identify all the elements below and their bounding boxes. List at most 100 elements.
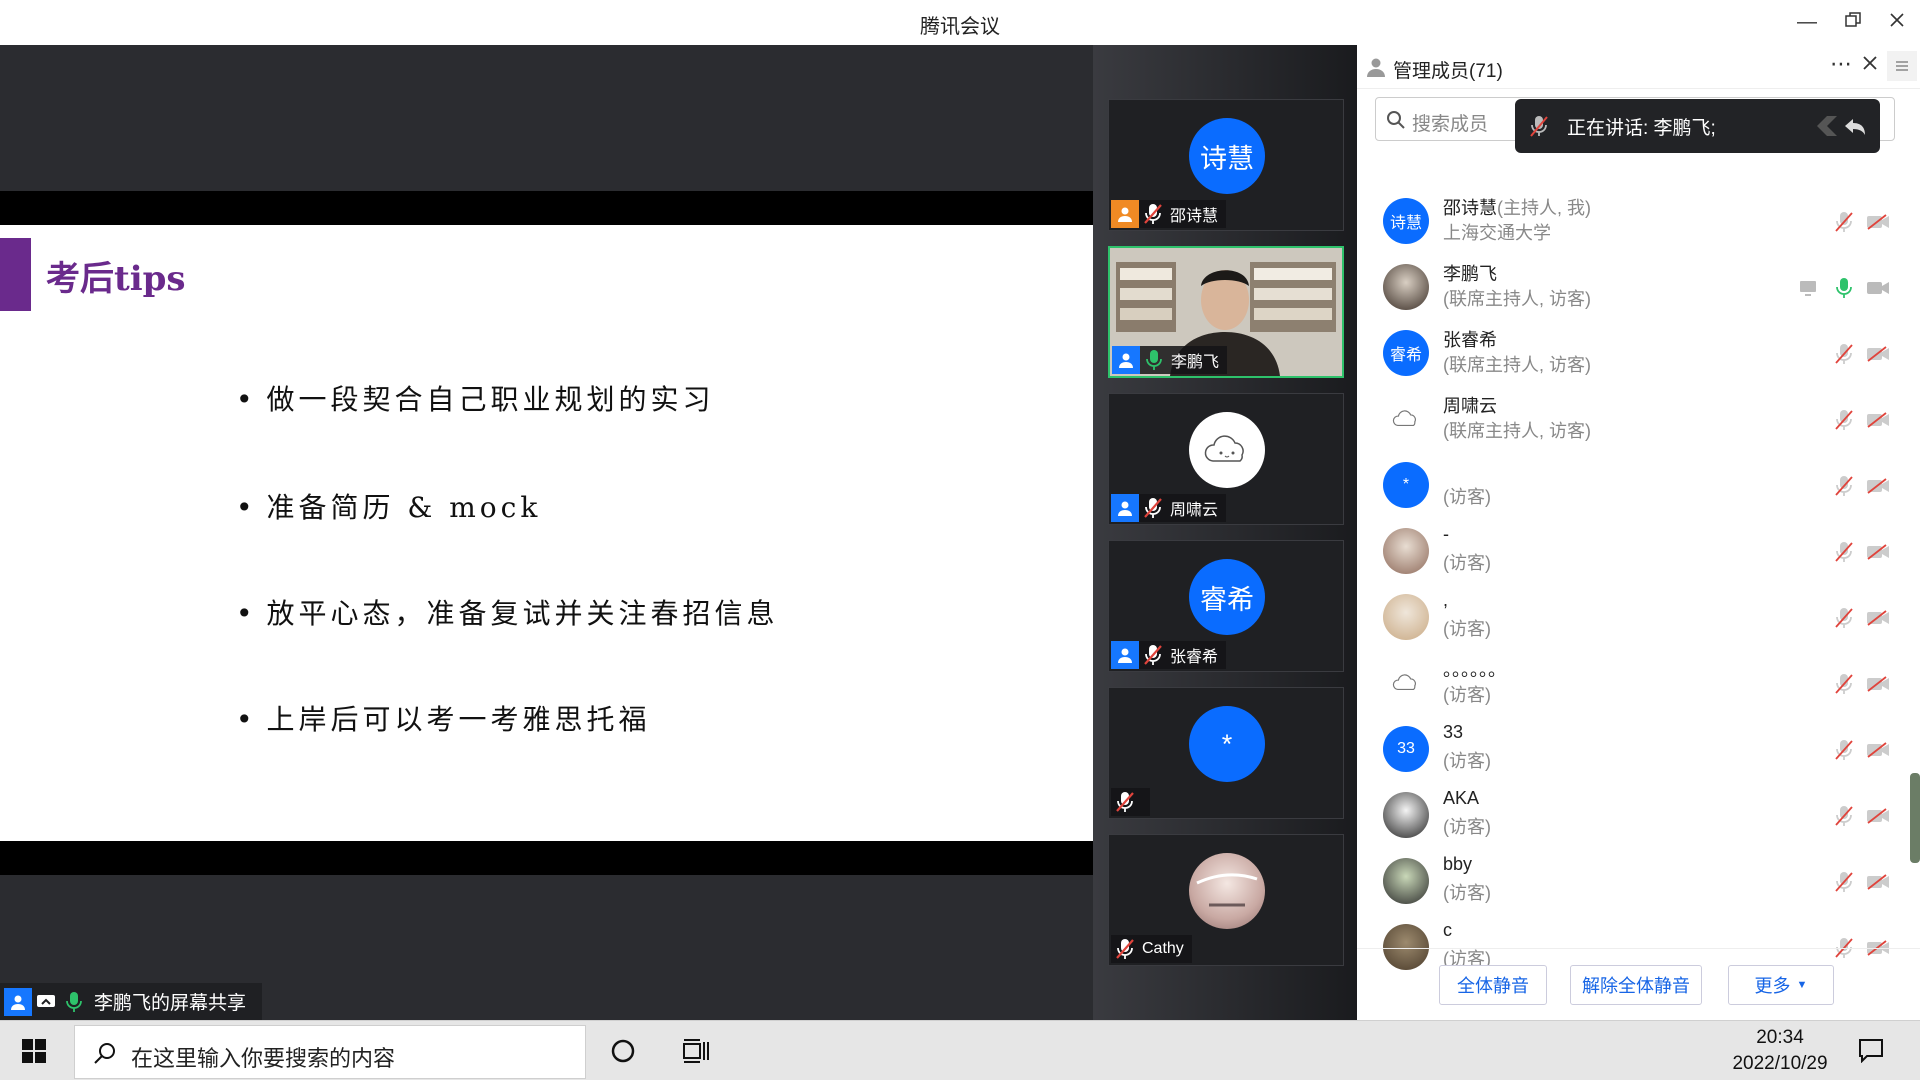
member-name: -: [1443, 524, 1449, 544]
member-camera-off-icon[interactable]: [1865, 605, 1891, 631]
close-button[interactable]: [1880, 6, 1914, 38]
close-icon: [1863, 56, 1877, 70]
mic-on-icon: [1140, 346, 1168, 374]
video-tile[interactable]: *: [1108, 687, 1344, 819]
member-panel: 管理成员(71) ⋯ 搜索成员 正在讲话: 李鹏飞; 诗慧 邵诗慧(主持人, 我)…: [1357, 45, 1920, 1020]
more-button[interactable]: 更多 ▼: [1728, 965, 1834, 1005]
participant-name-tag: 李鹏飞: [1112, 346, 1228, 374]
more-options-icon[interactable]: ⋯: [1830, 51, 1852, 77]
taskbar-clock[interactable]: 20:34 2022/10/29: [1715, 1025, 1845, 1077]
member-row[interactable]: , (访客): [1357, 585, 1897, 651]
video-tile[interactable]: 诗慧 邵诗慧: [1108, 99, 1344, 231]
member-mic-on-icon[interactable]: [1831, 275, 1857, 301]
caret-down-icon: ▼: [1796, 979, 1808, 991]
participant-name: 周啸云: [1170, 502, 1219, 519]
member-mic-muted-icon[interactable]: [1831, 803, 1857, 829]
member-name-line: -: [1443, 524, 1449, 545]
user-icon: [1111, 641, 1139, 669]
video-tile[interactable]: 睿希 张睿希: [1108, 540, 1344, 672]
member-mic-muted-icon[interactable]: [1831, 341, 1857, 367]
task-view-button[interactable]: [682, 1038, 710, 1069]
member-mic-muted-icon[interactable]: [1831, 869, 1857, 895]
slide-bullet: 放平心态，准备复试并关注春招信息: [236, 592, 779, 632]
user-icon: [1111, 494, 1139, 522]
member-name: 33: [1443, 722, 1464, 742]
slide-title: 考后tips: [46, 259, 186, 299]
video-tile-speaking[interactable]: 李鹏飞: [1108, 246, 1344, 378]
task-view-icon: [683, 1039, 709, 1063]
member-camera-off-icon[interactable]: [1865, 473, 1891, 499]
member-mic-muted-icon[interactable]: [1831, 407, 1857, 433]
windows-icon: [22, 1039, 46, 1063]
restore-button[interactable]: [1836, 6, 1870, 38]
search-icon: [94, 1043, 115, 1064]
reply-icon[interactable]: [1815, 113, 1867, 139]
unmute-all-button[interactable]: 解除全体静音: [1570, 965, 1702, 1005]
member-mic-muted-icon[interactable]: [1831, 671, 1857, 697]
member-camera-off-icon[interactable]: [1865, 407, 1891, 433]
member-name: 邵诗慧: [1443, 198, 1497, 218]
member-name-line: 周啸云: [1443, 392, 1497, 418]
member-row[interactable]: 睿希 张睿希 (联席主持人, 访客): [1357, 321, 1897, 387]
member-camera-off-icon[interactable]: [1865, 209, 1891, 235]
member-avatar: [1383, 660, 1429, 706]
panel-title: 管理成员(71): [1393, 61, 1503, 82]
host-icon: [1111, 200, 1139, 228]
member-name-line: AKA: [1443, 788, 1479, 809]
member-camera-off-icon[interactable]: [1865, 803, 1891, 829]
member-row[interactable]: * (访客): [1357, 453, 1897, 519]
search-placeholder: 搜索成员: [1412, 114, 1489, 135]
member-camera-off-icon[interactable]: [1865, 671, 1891, 697]
member-name: bby: [1443, 854, 1473, 874]
member-mic-muted-icon[interactable]: [1831, 605, 1857, 631]
member-row[interactable]: 周啸云 (联席主持人, 访客): [1357, 387, 1897, 453]
participant-name: 李鹏飞: [1171, 354, 1220, 371]
hamburger-icon: [1896, 61, 1908, 71]
member-camera-off-icon[interactable]: [1865, 539, 1891, 565]
member-camera-off-icon[interactable]: [1865, 737, 1891, 763]
video-tile[interactable]: Cathy: [1108, 834, 1344, 966]
video-tile[interactable]: 周啸云: [1108, 393, 1344, 525]
participant-avatar-photo: [1189, 853, 1265, 929]
panel-menu-button[interactable]: [1887, 51, 1917, 81]
participant-avatar: *: [1189, 706, 1265, 782]
member-mic-muted-icon[interactable]: [1831, 473, 1857, 499]
minimize-button[interactable]: —: [1790, 6, 1824, 38]
member-mic-muted-icon[interactable]: [1831, 539, 1857, 565]
panel-header: 管理成员(71) ⋯: [1357, 45, 1920, 89]
participant-name-tag: 周啸云: [1111, 494, 1227, 522]
member-row[interactable]: - (访客): [1357, 519, 1897, 585]
mic-muted-icon: [1111, 788, 1139, 816]
speaking-toast: 正在讲话: 李鹏飞;: [1515, 99, 1880, 153]
screen-share-area: 考后tips 做一段契合自己职业规划的实习 准备简历 & mock 放平心态，准…: [0, 45, 1093, 1020]
member-mic-muted-icon[interactable]: [1831, 737, 1857, 763]
member-row[interactable]: bby (访客): [1357, 849, 1897, 915]
participant-name: Cathy: [1142, 940, 1184, 957]
member-subtitle: (联席主持人, 访客): [1443, 355, 1591, 375]
panel-close-button[interactable]: [1862, 55, 1878, 76]
title-bar: 腾讯会议 —: [0, 0, 1920, 45]
member-row[interactable]: 诗慧 邵诗慧(主持人, 我) 上海交通大学: [1357, 189, 1897, 255]
notification-button[interactable]: [1858, 1037, 1884, 1068]
member-mic-muted-icon[interactable]: [1831, 209, 1857, 235]
members-icon: [1367, 58, 1385, 77]
start-button[interactable]: [22, 1039, 46, 1068]
video-strip: 诗慧 邵诗慧 李鹏飞 周啸云 睿希 张睿希 * Cathy: [1093, 45, 1357, 1020]
member-row[interactable]: 33 33 (访客): [1357, 717, 1897, 783]
panel-footer: 全体静音 解除全体静音 更多 ▼: [1357, 948, 1920, 1020]
cortana-button[interactable]: [610, 1038, 636, 1069]
member-row[interactable]: 李鹏飞 (联席主持人, 访客): [1357, 255, 1897, 321]
member-row[interactable]: 。。。。。。 (访客): [1357, 651, 1897, 717]
member-camera-on-icon[interactable]: [1865, 275, 1891, 301]
member-camera-off-icon[interactable]: [1865, 341, 1891, 367]
member-list-scrollbar[interactable]: [1910, 773, 1920, 863]
mic-muted-icon: [1111, 935, 1139, 963]
mute-all-button[interactable]: 全体静音: [1439, 965, 1547, 1005]
member-avatar: 33: [1383, 726, 1429, 772]
taskbar-search-input[interactable]: 在这里输入你要搜索的内容: [74, 1025, 586, 1079]
member-row[interactable]: AKA (访客): [1357, 783, 1897, 849]
member-camera-off-icon[interactable]: [1865, 869, 1891, 895]
slide-bullet: 准备简历 & mock: [236, 486, 541, 526]
member-subtitle: (联席主持人, 访客): [1443, 289, 1591, 309]
more-button-label: 更多: [1754, 976, 1791, 996]
